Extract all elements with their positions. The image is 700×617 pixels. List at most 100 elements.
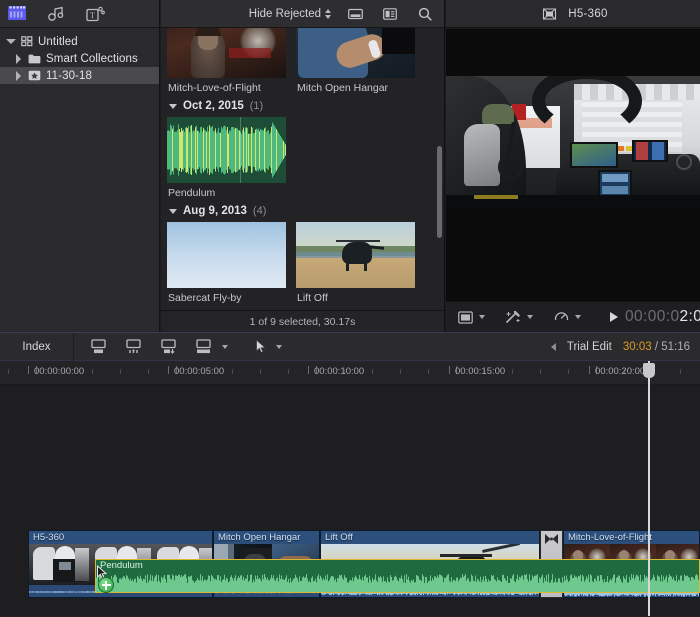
event-star-icon bbox=[28, 70, 41, 82]
project-name: Trial Edit bbox=[566, 341, 612, 353]
disclosure-triangle-icon[interactable] bbox=[6, 37, 16, 46]
360-video-icon bbox=[538, 4, 560, 24]
clip-name: Pendulum bbox=[168, 187, 216, 199]
viewer-clip-name: H5-360 bbox=[568, 7, 608, 20]
sidebar-item-untitled[interactable]: Untitled bbox=[0, 33, 159, 50]
browser-clip-lift-off[interactable]: Lift Off bbox=[296, 222, 415, 304]
edit-buttons-group bbox=[74, 337, 228, 357]
append-edit-button[interactable] bbox=[88, 337, 110, 357]
chevron-down-icon[interactable] bbox=[527, 315, 533, 319]
chevron-down-icon[interactable] bbox=[169, 103, 177, 109]
viewer-display-options-icon[interactable] bbox=[454, 307, 476, 327]
overwrite-edit-button[interactable] bbox=[193, 337, 215, 357]
browser-group-header[interactable]: Aug 9, 2013 (4) bbox=[167, 199, 438, 222]
viewer-title-bar: H5-360 bbox=[446, 0, 700, 28]
clip-thumbnail[interactable] bbox=[167, 28, 286, 78]
chevron-updown-icon[interactable] bbox=[325, 8, 331, 19]
viewer-timecode[interactable]: 00:00:02:07 bbox=[610, 308, 700, 326]
effects-enhance-icon[interactable] bbox=[502, 307, 524, 327]
playhead-ruler[interactable] bbox=[643, 361, 655, 385]
browser-row: Sabercat Fly-by Lift Off bbox=[167, 222, 438, 304]
viewer-effects-options[interactable] bbox=[502, 307, 533, 327]
browser-scrollbar[interactable] bbox=[437, 146, 442, 238]
timeline-index-button[interactable]: Index bbox=[0, 332, 74, 361]
browser-group-header[interactable]: Oct 2, 2015 (1) bbox=[167, 94, 438, 117]
timeline-toolbar: Index Trial Edit 30:03 / 51:16 bbox=[0, 332, 700, 361]
library-icon[interactable] bbox=[6, 4, 28, 24]
ruler-tick bbox=[120, 369, 121, 374]
chevron-down-icon[interactable] bbox=[479, 315, 485, 319]
disclosure-triangle-icon[interactable] bbox=[14, 54, 23, 64]
sidebar-item-label: Smart Collections bbox=[46, 52, 138, 65]
photos-audio-icon[interactable] bbox=[45, 4, 67, 24]
playhead[interactable] bbox=[648, 385, 650, 616]
insert-edit-button[interactable] bbox=[123, 337, 145, 357]
ruler-tick-major bbox=[589, 366, 590, 374]
chevron-down-icon[interactable] bbox=[575, 315, 581, 319]
playback-speed-icon[interactable] bbox=[550, 307, 572, 327]
timeline-canvas[interactable]: H5-360 Mitch Open Hangar Lift Off Mitch-Lov… bbox=[0, 385, 700, 616]
ruler-tick bbox=[428, 369, 429, 374]
viewer-pane: H5-360 00:00:02:0 bbox=[446, 0, 700, 332]
chevron-down-icon[interactable] bbox=[222, 344, 228, 349]
group-count: (1) bbox=[249, 100, 264, 112]
viewer-display-options[interactable] bbox=[454, 307, 485, 327]
add-plus-badge bbox=[98, 577, 114, 593]
ruler-tick-major bbox=[28, 366, 29, 374]
main-toolbar-left: T bbox=[0, 0, 159, 28]
connect-edit-button[interactable] bbox=[158, 337, 180, 357]
timeline-clip-name: Mitch-Love-of-Flight bbox=[568, 532, 652, 543]
clip-name: Sabercat Fly-by bbox=[168, 292, 242, 304]
project-timecode: 30:03 / 51:16 bbox=[622, 341, 690, 353]
chevron-left-icon[interactable] bbox=[550, 343, 556, 351]
clip-thumbnail[interactable] bbox=[167, 222, 286, 288]
sidebar-item-label: 11-30-18 bbox=[46, 69, 92, 82]
viewer-stage[interactable] bbox=[446, 29, 700, 301]
browser-clip-pendulum[interactable]: Pendulum bbox=[167, 117, 286, 199]
timeline-connected-audio-clip[interactable]: Pendulum bbox=[95, 559, 700, 593]
sidebar-item-smart-collections[interactable]: Smart Collections bbox=[0, 50, 159, 67]
group-count: (4) bbox=[252, 205, 267, 217]
group-title: Aug 9, 2013 bbox=[183, 205, 247, 217]
browser-clip-mitch-love-of-flight[interactable]: Mitch-Love-of-Flight bbox=[167, 28, 286, 94]
library-tree: Untitled Smart Collections 11-30-18 bbox=[0, 28, 159, 84]
titles-generators-icon[interactable]: T bbox=[84, 4, 106, 24]
clip-audio-waveform bbox=[96, 573, 699, 592]
clip-thumbnail[interactable] bbox=[167, 117, 286, 183]
hide-rejected-label: Hide Rejected bbox=[248, 7, 321, 20]
ruler-tick bbox=[512, 369, 513, 374]
ruler-tick bbox=[8, 369, 9, 374]
sidebar-item-11-30-18[interactable]: 11-30-18 bbox=[0, 67, 159, 84]
ruler-tick-major bbox=[168, 366, 169, 374]
top-region: T Untitled Smart Collections 11-30-18 Hi… bbox=[0, 0, 700, 332]
play-icon[interactable] bbox=[610, 312, 618, 322]
browser-scroll-area[interactable]: Mitch-Love-of-Flight Mitch Open Hangar O… bbox=[161, 28, 444, 310]
clip-name: Lift Off bbox=[297, 292, 328, 304]
list-view-icon[interactable] bbox=[379, 4, 401, 24]
clip-appearance-icon[interactable] bbox=[344, 4, 366, 24]
timeline-ruler[interactable]: 00:00:00:00 00:00:05:00 00:00:10:00 00:00:1… bbox=[0, 361, 700, 385]
ruler-tick bbox=[680, 369, 681, 374]
chevron-down-icon[interactable] bbox=[276, 344, 282, 349]
hide-rejected-filter[interactable]: Hide Rejected bbox=[249, 8, 331, 20]
timeline-clip-name: Mitch Open Hangar bbox=[218, 532, 301, 543]
library-grid-icon bbox=[20, 36, 33, 48]
browser-clip-sabercat-fly-by[interactable]: Sabercat Fly-by bbox=[167, 222, 286, 304]
viewer-controls: 00:00:02:07 bbox=[446, 301, 700, 332]
select-tool-icon[interactable] bbox=[250, 337, 272, 357]
ruler-label: 00:00:00:00 bbox=[34, 366, 85, 377]
search-icon[interactable] bbox=[414, 4, 436, 24]
viewer-playback-speed[interactable] bbox=[550, 307, 581, 327]
clip-thumbnail[interactable] bbox=[296, 222, 415, 288]
browser-clip-mitch-open-hangar[interactable]: Mitch Open Hangar bbox=[296, 28, 415, 94]
chevron-down-icon[interactable] bbox=[169, 208, 177, 214]
clip-thumbnail[interactable] bbox=[296, 28, 415, 78]
tool-selector[interactable] bbox=[250, 337, 282, 357]
timeline-region: Index Trial Edit 30:03 / 51:16 00:00:00:… bbox=[0, 332, 700, 617]
browser-row: Pendulum bbox=[167, 117, 438, 199]
playhead-handle[interactable] bbox=[643, 363, 655, 378]
ruler-tick-major bbox=[449, 366, 450, 374]
browser-row: Mitch-Love-of-Flight Mitch Open Hangar bbox=[167, 28, 438, 94]
ruler-label: 00:00:05:00 bbox=[174, 366, 225, 377]
disclosure-triangle-icon[interactable] bbox=[14, 71, 23, 81]
